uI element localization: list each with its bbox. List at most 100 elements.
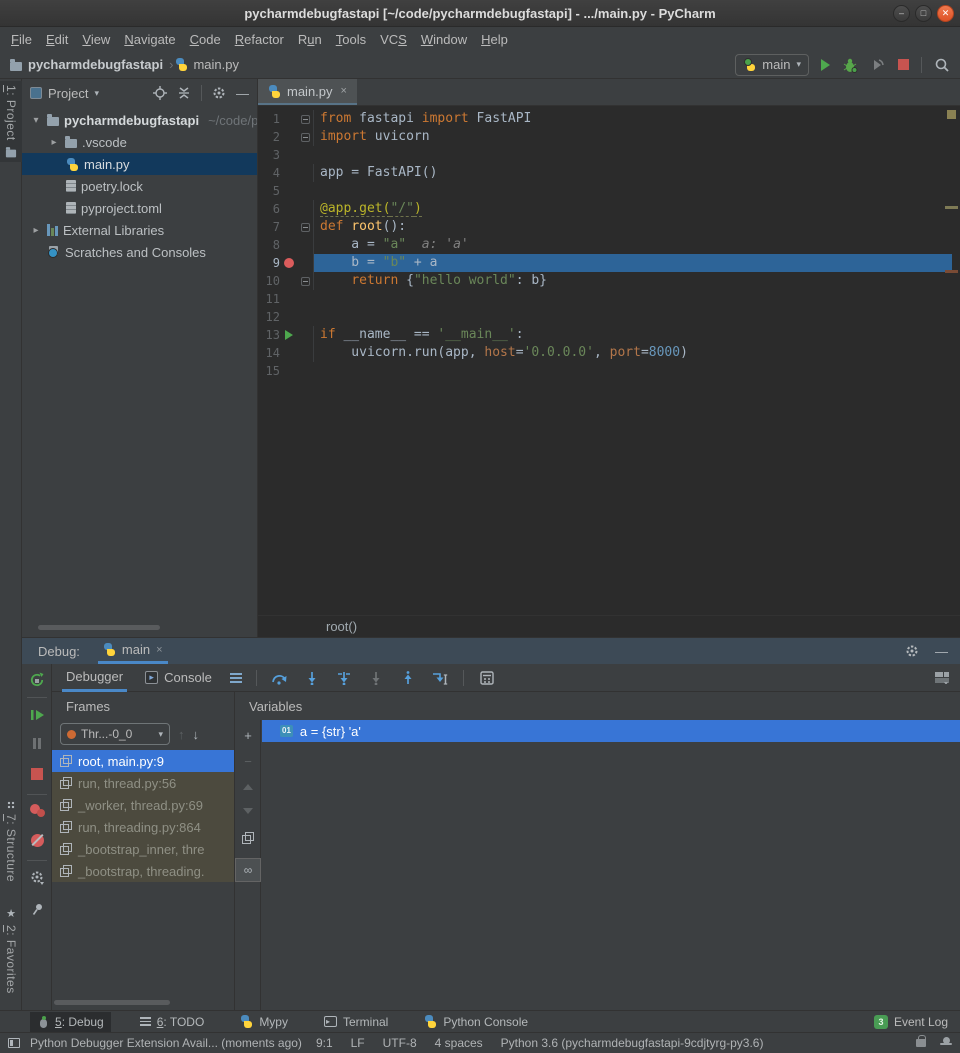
tool-button-todo[interactable]: 6: TODO [133, 1012, 212, 1032]
locate-button[interactable] [153, 86, 167, 100]
code-line[interactable]: 9 b = "b" + a [258, 254, 960, 272]
mute-breakpoints-button[interactable] [22, 834, 52, 847]
breadcrumb-project[interactable]: pycharmdebugfastapi [28, 57, 163, 72]
breadcrumb-file[interactable]: main.py [193, 57, 239, 72]
gutter-icon-slot[interactable] [280, 258, 298, 268]
code-line[interactable]: 13if __name__ == '__main__': [258, 326, 960, 344]
force-step-into-button[interactable] [367, 671, 385, 685]
frame-row[interactable]: _bootstrap, threading. [52, 860, 234, 882]
thread-selector[interactable]: Thr...-0_0 ▾ [60, 723, 170, 745]
step-into-my-code-button[interactable] [335, 671, 353, 685]
debug-session-tab[interactable]: main × [98, 638, 168, 664]
run-with-coverage-button[interactable] [870, 57, 886, 73]
warning-stripe-mark[interactable] [945, 206, 958, 209]
menu-item-view[interactable]: View [75, 32, 117, 47]
code-line[interactable]: 12 [258, 308, 960, 326]
run-config-select[interactable]: main ▾ [735, 54, 809, 76]
menu-item-edit[interactable]: Edit [39, 32, 75, 47]
fold-icon[interactable] [301, 133, 310, 142]
run-to-cursor-button[interactable] [431, 671, 449, 685]
menu-item-window[interactable]: Window [414, 32, 474, 47]
hide-panel-button[interactable]: — [236, 86, 249, 101]
settings-gear-icon[interactable] [212, 86, 226, 100]
next-frame-button[interactable]: ↓ [193, 727, 200, 742]
chevron-collapsed-icon[interactable]: ▸ [30, 225, 42, 236]
caret-position[interactable]: 9:1 [316, 1036, 333, 1050]
stop-button[interactable] [898, 59, 909, 70]
fold-slot[interactable] [298, 115, 313, 124]
close-session-icon[interactable]: × [156, 644, 162, 656]
menu-item-vcs[interactable]: VCS [373, 32, 414, 47]
horizontal-scrollbar[interactable] [54, 1000, 170, 1005]
menu-item-help[interactable]: Help [474, 32, 515, 47]
restore-layout-button[interactable] [934, 671, 950, 684]
debug-button[interactable] [842, 57, 858, 73]
tab-console[interactable]: ▸ Console [141, 664, 216, 692]
tab-debugger[interactable]: Debugger [62, 664, 127, 692]
indent-style[interactable]: 4 spaces [435, 1036, 483, 1050]
python-interpreter[interactable]: Python 3.6 (pycharmdebugfastapi-9cdjtyrg… [501, 1036, 764, 1050]
file-encoding[interactable]: UTF-8 [383, 1036, 417, 1050]
step-out-button[interactable] [399, 671, 417, 685]
hide-panel-button[interactable]: — [935, 644, 948, 659]
step-over-button[interactable] [271, 671, 289, 685]
code-line[interactable]: 10 return {"hello world": b} [258, 272, 960, 290]
fold-slot[interactable] [298, 223, 313, 232]
code-line[interactable]: 8 a = "a" a: 'a' [258, 236, 960, 254]
event-log-button[interactable]: 3 Event Log [874, 1015, 948, 1029]
menu-item-navigate[interactable]: Navigate [117, 32, 182, 47]
frame-row[interactable]: run, threading.py:864 [52, 816, 234, 838]
horizontal-scrollbar[interactable] [38, 625, 160, 630]
maximize-button[interactable]: □ [915, 5, 932, 22]
variable-row[interactable]: 01 a = {str} 'a' [262, 720, 960, 742]
duplicate-watch-button[interactable] [235, 832, 261, 844]
run-button[interactable] [821, 59, 830, 71]
code-line[interactable]: 7def root(): [258, 218, 960, 236]
step-into-button[interactable] [303, 671, 321, 685]
chevron-expanded-icon[interactable]: ▾ [30, 115, 42, 126]
fold-icon[interactable] [301, 277, 310, 286]
fold-icon[interactable] [301, 223, 310, 232]
tree-item-external-libraries[interactable]: ▸ External Libraries [22, 219, 257, 241]
tree-item-pyproject-toml[interactable]: pyproject.toml [22, 197, 257, 219]
inspection-status-mark[interactable] [947, 110, 956, 119]
project-view-select[interactable]: Project [48, 86, 88, 101]
code-line[interactable]: 6@app.get("/") [258, 200, 960, 218]
tree-item-main-py[interactable]: main.py [22, 153, 257, 175]
code-area[interactable]: 1from fastapi import FastAPI2import uvic… [258, 106, 960, 615]
breadcrumb-scope[interactable]: root() [326, 619, 357, 634]
move-up-button[interactable] [235, 784, 261, 790]
frame-row[interactable]: _worker, thread.py:69 [52, 794, 234, 816]
debugger-settings-button[interactable] [22, 870, 52, 885]
tool-button-python-console[interactable]: Python Console [417, 1012, 535, 1032]
add-watch-button[interactable]: + [235, 728, 261, 743]
resume-button[interactable] [22, 708, 52, 722]
pin-button[interactable] [22, 902, 52, 916]
lock-icon[interactable] [916, 1039, 926, 1047]
fold-slot[interactable] [298, 133, 313, 142]
code-line[interactable]: 15 [258, 362, 960, 380]
settings-gear-icon[interactable] [905, 644, 919, 658]
tool-button-favorites[interactable]: ★ 2: Favorites [0, 905, 22, 998]
collapse-all-button[interactable] [177, 86, 191, 100]
tool-button-project[interactable]: 1: Project [0, 81, 22, 162]
status-message[interactable]: Python Debugger Extension Avail... (mome… [30, 1036, 302, 1050]
code-line[interactable]: 3 [258, 146, 960, 164]
code-line[interactable]: 14 uvicorn.run(app, host='0.0.0.0', port… [258, 344, 960, 362]
pause-button[interactable] [22, 738, 52, 749]
frame-row[interactable]: run, thread.py:56 [52, 772, 234, 794]
layout-options-icon[interactable] [230, 673, 242, 683]
watch-return-values-toggle[interactable]: ∞ [235, 858, 261, 882]
tree-item-poetry-lock[interactable]: poetry.lock [22, 175, 257, 197]
move-down-button[interactable] [235, 808, 261, 814]
tool-button-terminal[interactable]: ▸ Terminal [317, 1012, 395, 1032]
tool-button-mypy[interactable]: Mypy [233, 1012, 295, 1032]
breakpoint-stripe-mark[interactable] [945, 270, 958, 273]
minimize-button[interactable]: – [893, 5, 910, 22]
chevron-collapsed-icon[interactable]: ▸ [48, 137, 60, 148]
rerun-button[interactable] [22, 672, 52, 688]
close-tab-icon[interactable]: × [341, 85, 347, 97]
tool-button-debug[interactable]: 5: Debug [30, 1012, 111, 1032]
tree-item-scratches[interactable]: Scratches and Consoles [22, 241, 257, 263]
view-breakpoints-button[interactable] [22, 804, 52, 817]
